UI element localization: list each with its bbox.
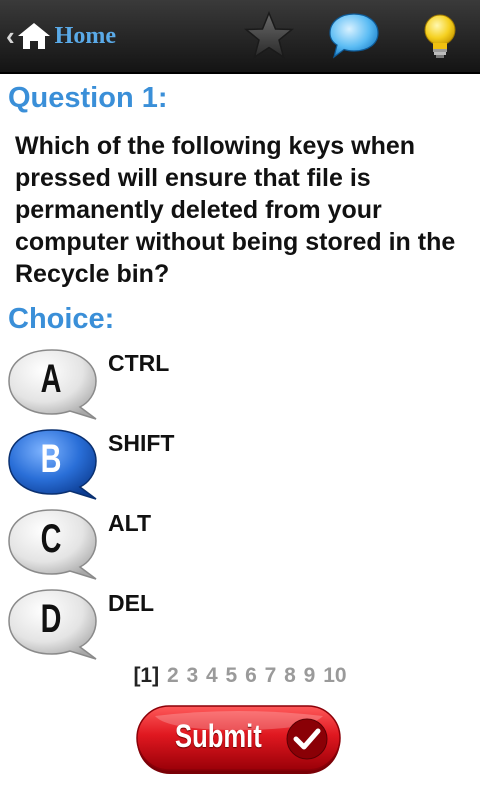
checkmark-icon bbox=[286, 718, 328, 760]
choice-c[interactable]: C ALT bbox=[6, 506, 476, 582]
choice-label: DEL bbox=[108, 590, 154, 616]
home-icon bbox=[17, 23, 50, 49]
question-title: Question 1: bbox=[8, 82, 168, 114]
pager-page[interactable]: 2 bbox=[167, 664, 179, 687]
choice-label: ALT bbox=[108, 510, 152, 536]
question-pager: [1] 2 3 4 5 6 7 8 9 10 bbox=[0, 664, 480, 688]
pager-page[interactable]: 10 bbox=[323, 664, 346, 687]
choice-letter: A bbox=[40, 356, 62, 401]
star-icon[interactable] bbox=[243, 10, 295, 62]
choice-a[interactable]: A CTRL bbox=[6, 346, 476, 422]
pager-page[interactable]: 5 bbox=[226, 664, 238, 687]
pager-page[interactable]: 3 bbox=[186, 664, 198, 687]
question-text: Which of the following keys when pressed… bbox=[15, 132, 456, 288]
home-label: Home bbox=[54, 22, 116, 49]
choice-d[interactable]: D DEL bbox=[6, 586, 476, 662]
choice-label: SHIFT bbox=[108, 430, 175, 456]
submit-label: Submit bbox=[175, 718, 262, 754]
submit-button[interactable]: Submit bbox=[135, 704, 342, 776]
top-bar: ‹ Home bbox=[0, 0, 480, 74]
choice-label: CTRL bbox=[108, 350, 170, 376]
choice-letter: B bbox=[40, 436, 62, 481]
choice-letter: C bbox=[40, 516, 62, 561]
lightbulb-icon[interactable] bbox=[414, 10, 466, 62]
choice-b[interactable]: B SHIFT bbox=[6, 426, 476, 502]
pager-page[interactable]: 4 bbox=[206, 664, 218, 687]
pager-page[interactable]: 7 bbox=[265, 664, 277, 687]
pager-page[interactable]: 9 bbox=[304, 664, 316, 687]
speech-bubble-icon[interactable] bbox=[328, 10, 380, 62]
pager-current[interactable]: [1] bbox=[133, 664, 159, 687]
pager-page[interactable]: 8 bbox=[284, 664, 296, 687]
back-chevron-icon: ‹ bbox=[6, 21, 15, 51]
home-button[interactable]: ‹ Home bbox=[6, 14, 146, 58]
pager-page[interactable]: 6 bbox=[245, 664, 257, 687]
choice-title: Choice: bbox=[8, 303, 115, 335]
choice-letter: D bbox=[40, 596, 62, 641]
